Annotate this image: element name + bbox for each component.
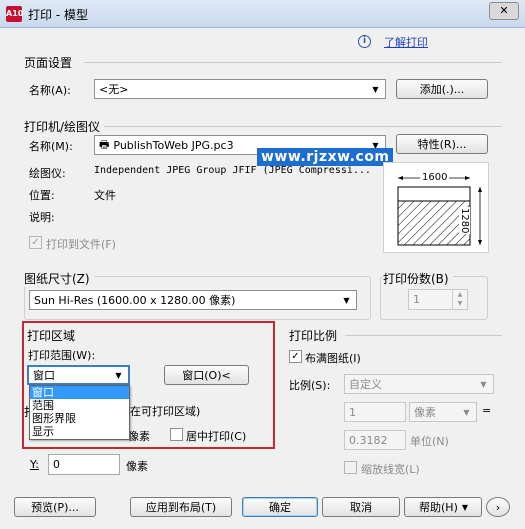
page-setup-section-title: 页面设置: [24, 56, 73, 70]
scale-value2: 0.3182: [349, 433, 388, 447]
paper-size-section-title: 图纸尺寸(Z): [24, 270, 94, 287]
printer-icon: 🖶: [99, 137, 110, 151]
scale-value2-input[interactable]: 0.3182: [344, 430, 406, 450]
help-button-label: 帮助(H): [419, 501, 458, 514]
chevron-down-icon: ▼: [115, 370, 122, 380]
window-select-button[interactable]: 窗口(O)<: [164, 365, 249, 385]
offset-y-label: Y:: [30, 458, 39, 471]
scale-combo[interactable]: 自定义 ▼: [344, 374, 494, 394]
plotter-label: 绘图仪:: [29, 167, 66, 180]
offset-origin-label: 在可打印区域): [130, 405, 201, 418]
paper-width-label: 1600: [420, 172, 450, 183]
page-setup-name-value: <无>: [99, 83, 129, 96]
printer-section-title: 打印机/绘图仪: [24, 120, 101, 134]
paper-height-label: 1280: [459, 207, 470, 235]
page-setup-name-label: 名称(A):: [29, 84, 71, 97]
offset-y-input[interactable]: 0: [48, 454, 120, 475]
printer-divider: [104, 126, 502, 127]
page-setup-name-combo[interactable]: <无> ▼: [94, 79, 386, 99]
info-icon: i: [358, 35, 371, 48]
printer-name-label: 名称(M):: [29, 140, 73, 153]
fit-to-paper-label: 布满图纸(I): [305, 352, 361, 365]
cancel-button[interactable]: 取消: [322, 497, 400, 517]
print-to-file-label: 打印到文件(F): [46, 238, 116, 251]
scale-unit-label: 单位(N): [410, 435, 449, 448]
offset-y-value: 0: [53, 458, 60, 471]
printer-properties-button[interactable]: 特性(R)...: [396, 134, 488, 154]
plotter-value: Independent JPEG Group JFIF (JPEG Compre…: [94, 165, 371, 176]
center-plot-checkbox[interactable]: [170, 428, 183, 441]
scale-value1-input[interactable]: 1: [344, 402, 406, 422]
scale-value: 自定义: [349, 378, 382, 391]
scale-equals-label: =: [482, 404, 492, 417]
scale-lineweights-checkbox[interactable]: [344, 461, 357, 474]
plot-scale-section-title: 打印比例: [289, 329, 338, 343]
copies-value: 1: [413, 293, 420, 306]
expand-options-button[interactable]: ›: [486, 497, 510, 517]
dropdown-option-limits[interactable]: 图形界限: [30, 412, 129, 425]
window-title: 打印 - 模型: [28, 8, 88, 22]
copies-section-title: 打印份数(B): [383, 270, 453, 287]
dropdown-option-window[interactable]: 窗口: [30, 386, 129, 399]
learn-print-link[interactable]: 了解打印: [384, 34, 428, 50]
dropdown-option-extents[interactable]: 范围: [30, 399, 129, 412]
print-range-dropdown-list[interactable]: 窗口 范围 图形界限 显示: [29, 385, 130, 440]
chevron-down-icon: ▼: [372, 84, 379, 94]
scale-value1: 1: [349, 405, 356, 419]
autocad-app-icon: A10: [6, 6, 23, 22]
fit-to-paper-checkbox[interactable]: ✓: [289, 350, 302, 363]
print-range-value: 窗口: [33, 369, 55, 382]
dropdown-option-display[interactable]: 显示: [30, 425, 129, 438]
location-label: 位置:: [29, 189, 55, 202]
description-label: 说明:: [29, 211, 55, 224]
scale-label: 比例(S):: [289, 379, 331, 392]
scale-unit-combo[interactable]: 像素 ▼: [409, 402, 477, 422]
close-button[interactable]: ✕: [489, 2, 519, 20]
paper-preview: 1600 1280: [383, 162, 489, 253]
ok-button[interactable]: 确定: [242, 497, 318, 517]
print-range-label: 打印范围(W):: [28, 349, 96, 362]
location-value: 文件: [94, 189, 116, 202]
paper-size-combo[interactable]: Sun Hi-Res (1600.00 x 1280.00 像素) ▼: [29, 290, 357, 310]
paper-size-value: Sun Hi-Res (1600.00 x 1280.00 像素): [34, 294, 236, 307]
chevron-down-icon: ▼: [343, 295, 350, 305]
site-watermark: www.rjzxw.com: [257, 148, 394, 166]
chevron-down-icon: ▼: [461, 502, 469, 512]
scale-lineweights-label: 缩放线宽(L): [361, 463, 420, 476]
apply-to-layout-button[interactable]: 应用到布局(T): [130, 497, 232, 517]
chevron-down-icon: ▼: [480, 379, 487, 389]
print-range-combo[interactable]: 窗口 ▼: [27, 365, 130, 385]
chevron-down-icon: ▼: [463, 407, 470, 417]
print-to-file-checkbox[interactable]: ✓: [29, 236, 42, 249]
printer-name-value: PublishToWeb JPG.pc3: [113, 138, 234, 152]
copies-spinner[interactable]: ▲ ▼: [452, 290, 467, 309]
scale-unit-value: 像素: [414, 406, 436, 419]
offset-y-unit: 像素: [126, 460, 148, 473]
offset-x-unit: 像素: [128, 430, 150, 443]
page-setup-divider: [84, 62, 502, 63]
add-page-setup-button[interactable]: 添加(.)...: [396, 79, 488, 99]
help-button[interactable]: 帮助(H) ▼: [404, 497, 482, 517]
plot-scale-divider: [345, 335, 502, 336]
preview-button[interactable]: 预览(P)...: [14, 497, 96, 517]
center-plot-label: 居中打印(C): [186, 430, 247, 443]
print-area-section-title: 打印区域: [27, 329, 76, 343]
